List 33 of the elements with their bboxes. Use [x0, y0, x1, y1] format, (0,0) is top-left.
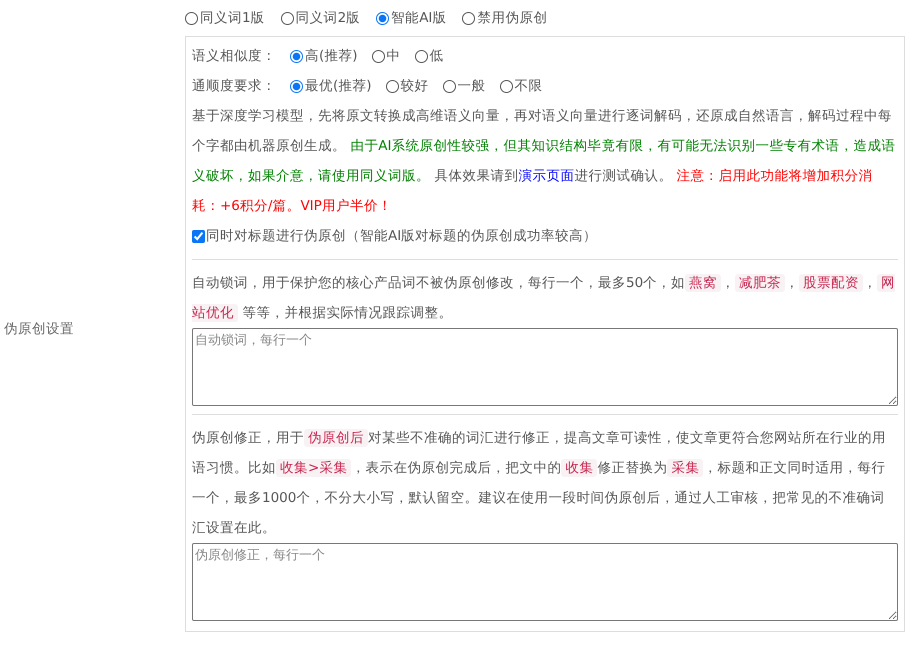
radio-button[interactable]: [372, 50, 385, 62]
radio-label[interactable]: 智能AI版: [391, 9, 446, 27]
radio-button[interactable]: [290, 50, 303, 62]
radio-button[interactable]: [442, 80, 456, 92]
radio-button[interactable]: [185, 12, 198, 24]
radio-button[interactable]: [414, 50, 428, 62]
field-label: 语义相似度：: [192, 47, 276, 65]
section-label: 伪原创设置: [3, 320, 74, 338]
description-text: 基于深度学习模型，先将原文转换成高维语义向量，再对语义向量进行逐词解码，还原成自然语言，解码过程中每个字都由机器原创生成。 由于AI系统原创性较强，但其知识结构毕竟有限，有可能无法识别一些专有术语，造成语义破坏，如果介意，请使用同义词版。 具体效果请到演示页面进行测试确认。 注意：启用此功能将增加积分消耗：+6积分/篇。VIP用户半价！: [192, 107, 897, 216]
radio-label[interactable]: 一般: [458, 77, 486, 95]
radio-label[interactable]: 同义词1版: [200, 9, 265, 27]
radio-label[interactable]: 较好: [400, 77, 429, 95]
lock-words-description: 自动锁词，用于保护您的核心产品词不被伪原创修改，每行一个，最多50个，如 燕窝 ， 减肥茶 ， 股票配资 ， 网站优化 等等，并根据实际情况跟踪调整。: [192, 273, 896, 324]
corrections-field[interactable]: 伪原创修正，每行一个: [192, 543, 898, 621]
radio-label[interactable]: 禁用伪原创: [477, 9, 548, 27]
radio-label[interactable]: 最优(推荐): [305, 77, 372, 95]
radio-button[interactable]: [386, 80, 399, 92]
radio-button[interactable]: [280, 12, 294, 24]
corrections-description: 伪原创修正，用于 伪原创后 对某些不准确的词汇进行修正，提高文章可读性，使文章更符合您网站所在行业的用语习惯。比如 收集>采集 ，表示在伪原创完成后，把文中的 收集 修正替换为 采集 ，标题和正文同时适用，每行一个，最多1000个，不分大小写，默认留空。建议在使用一段时间伪原创后，通过人工审核，把常见的不准确词汇设置在此。: [192, 428, 887, 538]
radio-label[interactable]: 不限: [514, 77, 543, 95]
lock-words-field[interactable]: 自动锁词，每行一个: [192, 328, 898, 406]
radio-label[interactable]: 中: [386, 47, 401, 65]
checkbox-label[interactable]: 同时对标题进行伪原创（智能AI版对标题的伪原创成功率较高）: [206, 227, 598, 245]
radio-label[interactable]: 低: [430, 47, 444, 65]
radio-button[interactable]: [290, 80, 303, 92]
radio-button[interactable]: [376, 12, 390, 24]
field-label: 通顺度要求：: [192, 77, 276, 95]
radio-label[interactable]: 高(推荐): [305, 47, 358, 65]
radio-button[interactable]: [462, 12, 476, 24]
radio-button[interactable]: [500, 80, 513, 92]
checkbox[interactable]: [192, 230, 205, 242]
radio-label[interactable]: 同义词2版: [296, 9, 360, 27]
demo-page-link[interactable]: 演示页面: [518, 168, 574, 184]
